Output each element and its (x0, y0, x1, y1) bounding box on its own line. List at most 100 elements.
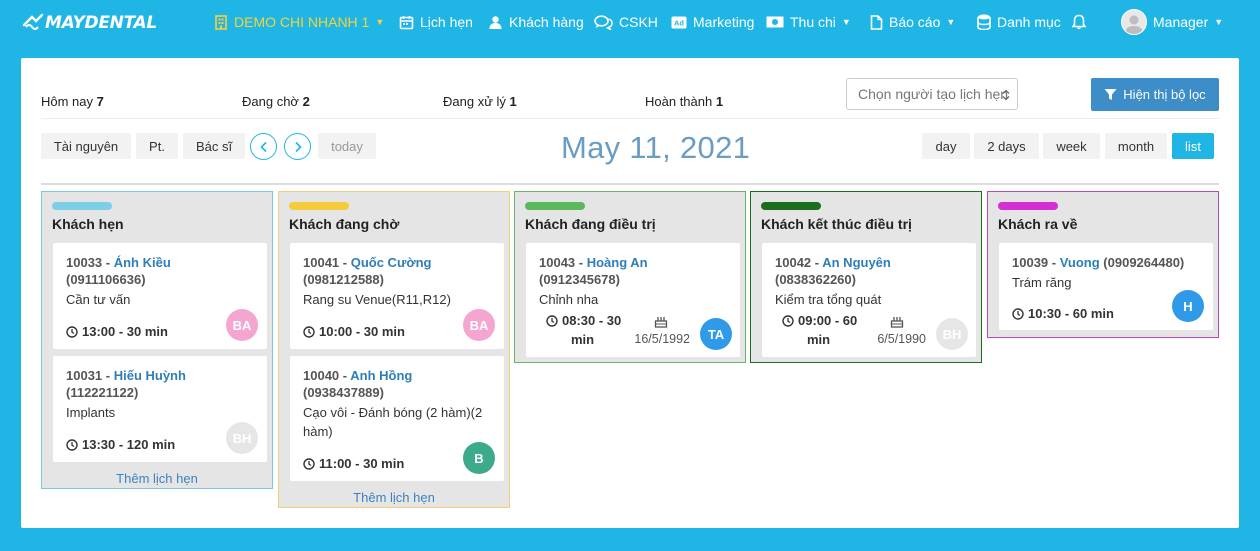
stat-done: Hoàn thành 1 (645, 94, 723, 109)
stat-waiting-label: Đang chờ (242, 94, 299, 109)
tooth-logo-icon (22, 13, 44, 30)
view-day-button[interactable]: day (922, 133, 970, 159)
add-appointment-link[interactable]: Thêm lịch hẹn (279, 490, 509, 505)
patient-name-link[interactable]: Hoàng An (587, 255, 648, 270)
service-text: Kiểm tra tổng quát (775, 292, 882, 307)
patient-name-link[interactable]: Vuong (1060, 255, 1100, 270)
column-title: Khách đang điều trị (525, 216, 656, 232)
bell-icon (1072, 14, 1086, 30)
view-2days-button[interactable]: 2 days (974, 133, 1039, 159)
appointment-time-text: 11:00 - 30 min (319, 456, 405, 471)
view-list-button[interactable]: list (1172, 133, 1214, 159)
patient-id: 10041 (303, 255, 340, 270)
appointment-time: 13:00 - 30 min (66, 324, 168, 339)
filter-icon (1104, 89, 1117, 100)
nav-catalog-label: Danh mục (997, 14, 1061, 30)
patient-name-link[interactable]: An Nguyên (822, 255, 891, 270)
clock-icon (66, 325, 78, 338)
chevron-down-icon: ▼ (1214, 17, 1224, 27)
patient-line: 10041 - Quốc Cường (303, 255, 432, 270)
appointment-card[interactable]: 10040 - Anh Hồng (0938437889) Cạo vôi - … (290, 356, 504, 481)
clock-icon (546, 314, 558, 327)
column-waiting: Khách đang chờ 10041 - Quốc Cường (09812… (278, 191, 510, 508)
appointment-card[interactable]: 10043 - Hoàng An (0912345678) Chỉnh nha … (526, 243, 740, 357)
patient-name-link[interactable]: Ánh Kiều (114, 255, 171, 270)
patient-name-link[interactable]: Anh Hồng (350, 368, 412, 383)
patient-id: 10039 (1012, 255, 1049, 270)
appointment-time-text: 13:00 - 30 min (82, 324, 168, 339)
service-text: Implants (66, 405, 116, 420)
clock-icon (303, 325, 315, 338)
stat-waiting: Đang chờ 2 (242, 94, 310, 109)
ad-icon: Ad (671, 16, 687, 29)
building-icon (214, 14, 228, 30)
patient-name-link[interactable]: Hiếu Huỳnh (114, 368, 186, 383)
patient-line: 10039 - Vuong (0909264480) (1012, 255, 1185, 270)
top-navbar: MAYDENTAL DEMO CHI NHANH 1 ▼ Lịch hẹn Kh… (0, 0, 1260, 44)
appointment-time: 11:00 - 30 min (303, 456, 404, 471)
column-title: Khách đang chờ (289, 216, 400, 232)
nav-marketing-label: Marketing (693, 14, 755, 30)
branch-selector[interactable]: DEMO CHI NHANH 1 ▼ (214, 0, 384, 44)
patient-name-link[interactable]: Quốc Cường (351, 255, 432, 270)
column-booked: Khách hẹn 10033 - Ánh Kiều (0911106636) … (41, 191, 273, 489)
nav-reports[interactable]: Báo cáo ▼ (870, 0, 955, 44)
appointment-duration-unit: min (807, 332, 831, 347)
user-menu[interactable]: Manager ▼ (1121, 0, 1223, 44)
status-color-bar (525, 202, 585, 210)
add-appointment-link[interactable]: Thêm lịch hẹn (42, 471, 272, 486)
view-week-button[interactable]: week (1043, 133, 1100, 159)
patient-phone: (0938437889) (303, 385, 384, 400)
birthday-cake-icon (890, 314, 904, 331)
prev-button[interactable] (250, 133, 277, 160)
nav-customers-label: Khách hàng (509, 14, 584, 30)
patient-id: 10033 (66, 255, 103, 270)
nav-marketing[interactable]: Ad Marketing (671, 0, 754, 44)
creator-select-placeholder: Chọn người tạo lịch hẹn (858, 86, 1009, 102)
view-month-button[interactable]: month (1105, 133, 1167, 159)
nav-cskh[interactable]: CSKH (594, 0, 658, 44)
nav-catalog[interactable]: Danh mục (977, 0, 1061, 44)
appointment-card[interactable]: 10039 - Vuong (0909264480) Trám răng 10:… (999, 243, 1213, 330)
nav-customers[interactable]: Khách hàng (488, 0, 584, 44)
notifications-button[interactable] (1072, 0, 1092, 44)
service-text: Rang su Venue(R11,R12) (303, 292, 451, 307)
stat-today: Hôm nay 7 (41, 94, 104, 109)
patient-id: 10042 (775, 255, 812, 270)
status-color-bar (289, 202, 349, 210)
doctor-button[interactable]: Bác sĩ (183, 133, 245, 159)
show-filter-button[interactable]: Hiện thị bộ lọc (1091, 78, 1219, 111)
status-color-bar (761, 202, 821, 210)
appointment-card[interactable]: 10031 - Hiếu Huỳnh (112221122) Implants … (53, 356, 267, 462)
nav-finance[interactable]: Thu chi ▼ (766, 0, 851, 44)
next-button[interactable] (284, 133, 311, 160)
appointment-time: 09:00 - 60 (782, 313, 857, 328)
chevron-right-icon (294, 141, 302, 152)
pt-button[interactable]: Pt. (136, 133, 178, 159)
creator-select[interactable]: Chọn người tạo lịch hẹn (846, 78, 1018, 110)
patient-phone: (0838362260) (775, 272, 856, 287)
appointment-card[interactable]: 10042 - An Nguyên (0838362260) Kiểm tra … (762, 243, 976, 357)
user-icon (488, 15, 503, 30)
today-button[interactable]: today (318, 133, 376, 159)
updown-caret-icon (1001, 88, 1011, 101)
patient-line: 10043 - Hoàng An (539, 255, 648, 270)
doctor-badge: BH (936, 318, 968, 350)
stat-today-label: Hôm nay (41, 94, 94, 109)
appointment-card[interactable]: 10041 - Quốc Cường (0981212588) Rang su … (290, 243, 504, 349)
column-finished: Khách kết thúc điều trị 10042 - An Nguyê… (750, 191, 982, 363)
chat-bubbles-icon (594, 14, 613, 30)
appointment-card[interactable]: 10033 - Ánh Kiều (0911106636) Cần tư vấn… (53, 243, 267, 349)
brand-logo[interactable]: MAYDENTAL (22, 8, 157, 38)
patient-phone: (0912345678) (539, 272, 620, 287)
divider (41, 183, 1219, 185)
resource-button[interactable]: Tài nguyên (41, 133, 131, 159)
column-title: Khách kết thúc điều trị (761, 216, 912, 232)
clock-icon (1012, 307, 1024, 320)
doctor-badge: TA (700, 318, 732, 350)
nav-appointments[interactable]: Lịch hẹn (399, 0, 473, 44)
appointment-time-text: 10:00 - 30 min (319, 324, 405, 339)
appointment-time-text: 08:30 - 30 (562, 313, 622, 328)
stat-processing-label: Đang xử lý (443, 94, 506, 109)
doctor-badge: BA (463, 309, 495, 341)
